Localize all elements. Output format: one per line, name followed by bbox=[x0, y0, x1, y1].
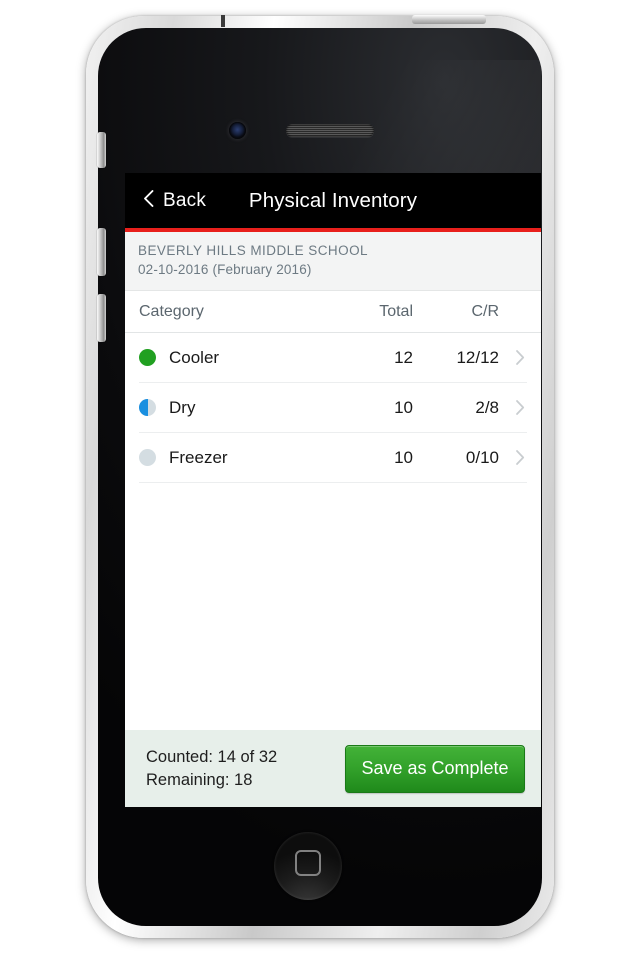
navigation-bar: Back Physical Inventory bbox=[125, 173, 541, 228]
row-cr: 0/10 bbox=[465, 447, 499, 467]
row-total: 12 bbox=[394, 347, 413, 367]
page-title: Physical Inventory bbox=[248, 188, 418, 212]
camera-icon bbox=[229, 122, 246, 139]
volume-up-button[interactable] bbox=[97, 228, 106, 276]
power-button[interactable] bbox=[412, 15, 486, 24]
speaker-grille-icon bbox=[286, 124, 374, 137]
row-total: 10 bbox=[394, 447, 413, 467]
column-header-cr: C/R bbox=[471, 302, 499, 320]
status-dot-icon bbox=[139, 349, 156, 366]
row-cr: 2/8 bbox=[475, 397, 499, 417]
table-row[interactable]: Cooler 12 12/12 bbox=[139, 333, 527, 383]
row-category: Freezer bbox=[169, 447, 228, 467]
row-total: 10 bbox=[394, 397, 413, 417]
phone-frame: Back Physical Inventory BEVERLY HILLS MI… bbox=[86, 15, 554, 938]
school-name: BEVERLY HILLS MIDDLE SCHOOL bbox=[138, 243, 368, 258]
inventory-date: 02-10-2016 (February 2016) bbox=[138, 262, 312, 277]
app-screen: Back Physical Inventory BEVERLY HILLS MI… bbox=[125, 173, 541, 807]
column-header-total: Total bbox=[379, 302, 413, 320]
volume-down-button[interactable] bbox=[97, 294, 106, 342]
table-header: Category Total C/R bbox=[125, 291, 541, 333]
antenna-notch bbox=[221, 15, 225, 27]
subheader: BEVERLY HILLS MIDDLE SCHOOL 02-10-2016 (… bbox=[125, 232, 541, 291]
status-dot-icon bbox=[139, 399, 156, 416]
screen-glare bbox=[125, 60, 541, 173]
footer-bar: Counted: 14 of 32 Remaining: 18 Save as … bbox=[125, 730, 541, 807]
phone-body: Back Physical Inventory BEVERLY HILLS MI… bbox=[97, 28, 542, 926]
status-dot-icon bbox=[139, 449, 156, 466]
table-row[interactable]: Freezer 10 0/10 bbox=[139, 433, 527, 483]
row-category: Dry bbox=[169, 397, 196, 417]
table-body: Cooler 12 12/12 Dry 10 2/8 Freezer 10 0/… bbox=[125, 333, 541, 483]
column-header-category: Category bbox=[139, 302, 204, 320]
chevron-right-icon bbox=[499, 449, 527, 466]
mute-switch[interactable] bbox=[97, 132, 106, 168]
table-row[interactable]: Dry 10 2/8 bbox=[139, 383, 527, 433]
footer-stats: Counted: 14 of 32 Remaining: 18 bbox=[146, 746, 345, 792]
chevron-right-icon bbox=[499, 349, 527, 366]
row-category: Cooler bbox=[169, 347, 220, 367]
home-button-icon[interactable] bbox=[274, 832, 342, 900]
row-cr: 12/12 bbox=[456, 347, 499, 367]
chevron-right-icon bbox=[499, 399, 527, 416]
counted-label: Counted: 14 of 32 bbox=[146, 747, 278, 766]
home-square-glyph bbox=[295, 850, 321, 877]
remaining-label: Remaining: 18 bbox=[146, 770, 253, 789]
save-as-complete-button[interactable]: Save as Complete bbox=[345, 744, 525, 793]
